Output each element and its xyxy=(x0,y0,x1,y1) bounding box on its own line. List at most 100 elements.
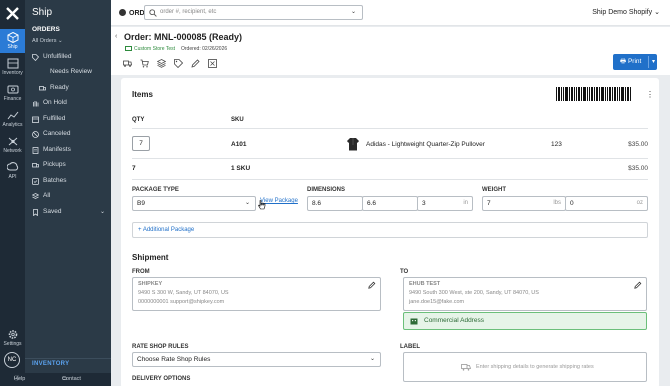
order-header: ‹ Order: MNL-000085 (Ready) Custom Store… xyxy=(111,27,670,75)
tag-icon[interactable] xyxy=(174,59,183,68)
print-button-divider xyxy=(648,56,649,68)
building-icon xyxy=(410,318,418,325)
edit-pencil-icon[interactable] xyxy=(634,281,642,289)
from-label: FROM xyxy=(132,269,150,275)
dimension-height-value: 3 xyxy=(422,200,426,207)
item-count: 123 xyxy=(551,141,562,148)
truck-small-icon xyxy=(39,86,46,91)
help-center-label: Help Center xyxy=(14,376,26,382)
sidebar-item-label: On Hold xyxy=(43,99,67,106)
chevron-down-icon: ⌄ xyxy=(244,200,250,206)
rail-item-api[interactable]: API xyxy=(0,159,25,183)
orders-section-title: ORDERS xyxy=(32,26,60,33)
chevron-down-icon: ⌄ xyxy=(99,209,105,215)
icon-rail: Ship Inventory Finance Analytics Network… xyxy=(0,0,25,386)
sidebar-item-batches[interactable]: Batches xyxy=(25,175,111,187)
store-icon xyxy=(125,46,132,51)
item-name: Adidas - Lightweight Quarter-Zip Pullove… xyxy=(366,141,485,148)
package-type-select[interactable]: B9 ⌄ xyxy=(132,196,256,211)
label-section-label: LABEL xyxy=(400,344,420,350)
sidebar-item-label: Needs Review xyxy=(50,68,92,75)
rail-item-network[interactable]: Network xyxy=(0,133,25,157)
from-address-box[interactable]: SHIPKEY 9490 S 300 W, Sandy, UT 84070, U… xyxy=(132,277,381,311)
rail-item-settings[interactable]: Settings xyxy=(0,326,25,350)
globe-icon xyxy=(119,9,126,16)
finance-icon xyxy=(7,85,18,94)
truck-icon[interactable] xyxy=(123,59,132,68)
sidebar-item-on-hold[interactable]: On Hold xyxy=(25,97,111,109)
cart-icon[interactable] xyxy=(140,59,149,68)
chevron-down-icon: ⌄ xyxy=(654,9,660,16)
ordered-date: Ordered: 02/26/2026 xyxy=(181,46,228,52)
split-icon[interactable] xyxy=(208,59,217,68)
rail-item-finance[interactable]: Finance xyxy=(0,81,25,105)
sidebar-item-pickups[interactable]: Pickups xyxy=(25,159,111,171)
sidebar-item-label: Fulfilled xyxy=(43,115,66,122)
more-options-icon[interactable]: ⋮ xyxy=(646,90,654,99)
sidebar-item-unfulfilled[interactable]: Unfulfilled xyxy=(25,51,111,63)
truck-icon xyxy=(32,163,39,168)
sidebar-item-manifests[interactable]: Manifests xyxy=(25,144,111,156)
all-orders-dropdown[interactable]: All Orders ⌄ xyxy=(32,38,63,44)
additional-package-button[interactable]: + Additional Package xyxy=(132,222,648,238)
list-icon xyxy=(32,193,39,199)
summary-qty: 7 xyxy=(132,165,136,172)
print-button-content: 🖶 Print xyxy=(620,54,641,70)
sidebar-item-saved[interactable]: Saved ⌄ xyxy=(25,206,111,218)
to-address-box[interactable]: EHUB TEST 9490 South 300 West, ste 200, … xyxy=(403,277,647,311)
chevron-down-icon[interactable]: ⌄ xyxy=(351,8,356,15)
dimension-width-value: 6.6 xyxy=(367,200,377,207)
weight-lbs-unit: lbs xyxy=(553,200,561,206)
inventory-link[interactable]: INVENTORY xyxy=(32,361,69,367)
package-type-label: PACKAGE TYPE xyxy=(132,187,179,193)
sidebar-item-label: Canceled xyxy=(43,130,71,137)
truck-icon xyxy=(461,364,471,371)
chevron-down-icon: ⌄ xyxy=(57,38,63,44)
to-email: jane.doe15@fake.com xyxy=(409,299,465,305)
sidebar-item-ready[interactable]: Ready xyxy=(25,82,111,94)
printer-icon: 🖶 xyxy=(620,58,627,65)
weight-lbs-input[interactable]: 7 lbs xyxy=(482,196,566,211)
rate-shop-rules-label: RATE SHOP RULES xyxy=(132,344,189,350)
store-tag-label: Custom Store Test xyxy=(134,46,176,52)
layers-icon[interactable] xyxy=(157,59,166,68)
item-qty-input[interactable]: 7 xyxy=(132,136,150,151)
rate-shop-rules-select[interactable]: Choose Rate Shop Rules ⌄ xyxy=(132,352,381,367)
rail-item-inventory[interactable]: Inventory xyxy=(0,55,25,79)
chevron-down-icon[interactable]: ▾ xyxy=(652,54,655,70)
avatar[interactable]: NC xyxy=(4,352,20,368)
rail-item-ship[interactable]: Ship xyxy=(0,29,25,53)
sidebar-item-needs-review[interactable]: Needs Review xyxy=(25,66,111,78)
search-input[interactable]: order #, recipient, etc ⌄ xyxy=(144,5,363,20)
hand-icon xyxy=(33,101,39,107)
gear-icon xyxy=(8,330,17,339)
to-name: EHUB TEST xyxy=(409,281,441,287)
sidebar-item-fulfilled[interactable]: Fulfilled xyxy=(25,113,111,125)
print-label: Print xyxy=(627,58,642,65)
back-chevron-icon[interactable]: ‹ xyxy=(115,33,117,40)
sidebar-item-all[interactable]: All xyxy=(25,190,111,202)
sidebar: Ship ORDERS All Orders ⌄ Unfulfilled Nee… xyxy=(25,0,111,386)
weight-oz-input[interactable]: 0 oz xyxy=(565,196,648,211)
from-contact: 0000000001 support@shipkey.com xyxy=(138,299,225,305)
dimension-length-input[interactable]: 8.6 xyxy=(307,196,363,211)
mouse-cursor-icon xyxy=(258,200,266,210)
sidebar-item-canceled[interactable]: Canceled xyxy=(25,128,111,140)
main-content: ‹ Order: MNL-000085 (Ready) Custom Store… xyxy=(111,27,670,386)
divider xyxy=(132,179,648,180)
store-selector[interactable]: Ship Demo Shopify ⌄ xyxy=(592,8,660,16)
edit-pencil-icon[interactable] xyxy=(368,281,376,289)
bookmark-icon xyxy=(33,209,38,216)
pencil-icon[interactable] xyxy=(191,59,200,68)
dimension-width-input[interactable]: 6.6 xyxy=(362,196,418,211)
layers-icon xyxy=(32,178,39,185)
all-orders-label: All Orders xyxy=(32,38,57,44)
app-logo-icon[interactable] xyxy=(5,6,20,21)
rail-item-analytics[interactable]: Analytics xyxy=(0,107,25,131)
help-bar: ⓘ Help Center ▭ Contact Us xyxy=(0,373,111,386)
print-button[interactable]: 🖶 Print ▾ xyxy=(613,54,657,70)
to-address: 9490 South 300 West, ste 200, Sandy, UT … xyxy=(409,290,539,296)
sidebar-item-label: Unfulfilled xyxy=(43,53,72,60)
package-type-value: B9 xyxy=(137,200,145,207)
dimension-height-input[interactable]: 3 in xyxy=(417,196,473,211)
